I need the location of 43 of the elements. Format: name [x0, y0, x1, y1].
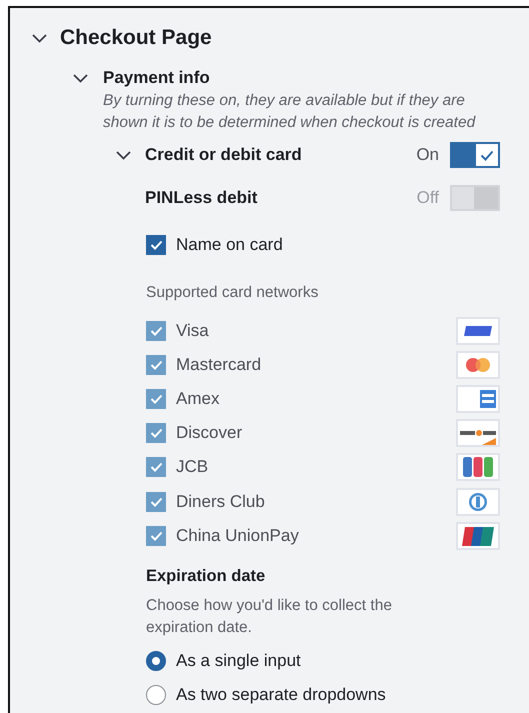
check-icon	[150, 360, 162, 370]
check-icon	[150, 326, 162, 336]
checkbox-label: Name on card	[176, 235, 283, 255]
check-icon	[150, 428, 162, 438]
toggle-state-label: On	[416, 145, 439, 165]
group-heading: Supported card networks	[146, 283, 320, 303]
card-logo-icon	[456, 351, 500, 380]
check-icon	[150, 240, 162, 250]
checkbox[interactable]	[146, 235, 166, 255]
card-logo-icon	[456, 453, 500, 482]
chevron-icon[interactable]	[73, 74, 88, 82]
expiration-heading: Expiration date	[146, 566, 266, 587]
card-logo-icon	[456, 419, 500, 448]
chevron-icon[interactable]	[32, 34, 47, 42]
card-logo-icon	[456, 317, 500, 346]
payment-method-label: Credit or debit card	[145, 145, 302, 165]
checkbox-label: Visa	[176, 321, 209, 342]
radio-button[interactable]	[146, 684, 166, 705]
card-logo-icon	[456, 385, 500, 414]
checkbox-label: China UnionPay	[176, 526, 299, 546]
radio-button[interactable]	[146, 650, 166, 671]
check-icon	[150, 462, 162, 472]
payment-method-label: PINLess debit	[145, 188, 258, 208]
checkbox-label: Mastercard	[176, 355, 262, 376]
section-title: Checkout Page	[60, 26, 212, 50]
card-logo-icon	[456, 522, 500, 550]
checkbox-label: Amex	[176, 389, 220, 410]
check-icon	[150, 394, 162, 404]
description-text: By turning these on, they are available but if they are shown it is to be determined when checkout is created	[103, 91, 476, 133]
toggle-switch[interactable]	[450, 142, 500, 168]
check-icon	[480, 150, 494, 160]
toggle-state-label: Off	[416, 188, 439, 208]
checkbox-label: Discover	[176, 423, 242, 444]
checkbox-label: Diners Club	[176, 492, 265, 512]
checkbox-label: JCB	[176, 457, 208, 478]
chevron-icon[interactable]	[116, 150, 131, 160]
subsection-title: Payment info	[103, 68, 210, 88]
card-logo-icon	[456, 488, 500, 516]
check-icon	[150, 496, 162, 507]
radio-label: As a single input	[176, 650, 301, 671]
check-icon	[150, 530, 162, 541]
description-text: Choose how you'd like to collect the expiration date.	[146, 596, 393, 638]
radio-label: As two separate dropdowns	[176, 684, 386, 705]
